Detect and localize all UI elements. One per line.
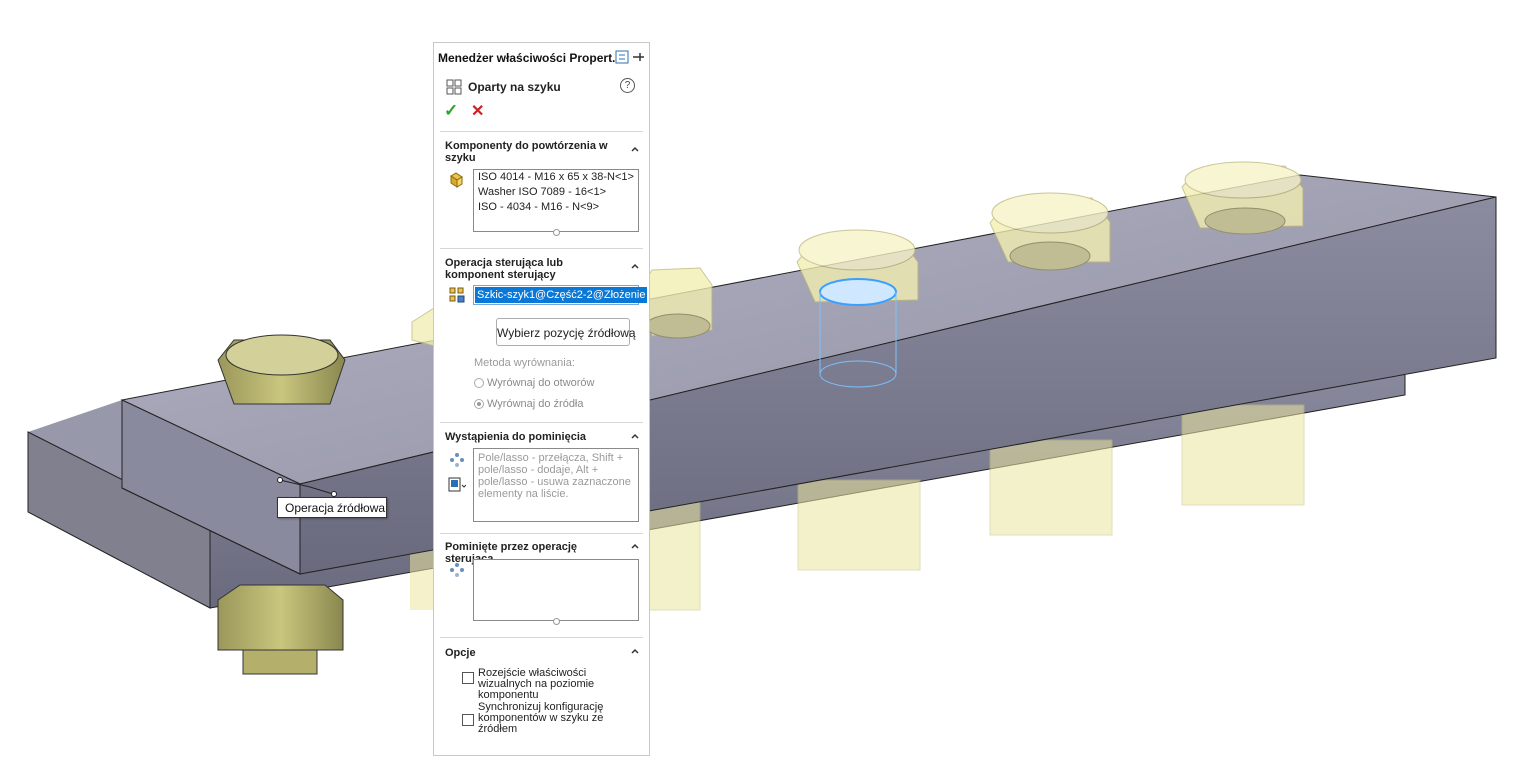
help-button[interactable]: ? bbox=[620, 78, 635, 93]
pin-icon[interactable] bbox=[631, 50, 645, 64]
components-section-title: Komponenty do powtórzenia w szyku bbox=[445, 140, 608, 164]
ok-button[interactable]: ✓ bbox=[444, 101, 458, 121]
selected-item[interactable]: Szkic-szyk1@Część2-2@Złożenie bbox=[475, 287, 648, 303]
sync-configuration-option[interactable]: Synchronizuj konfigurację komponentów w … bbox=[462, 702, 612, 735]
radio-circle[interactable] bbox=[474, 378, 484, 388]
radio-circle[interactable] bbox=[474, 399, 484, 409]
pattern-feature-icon bbox=[446, 79, 462, 95]
radio-label: Wyrównaj do źródła bbox=[487, 398, 584, 410]
divider bbox=[440, 422, 643, 423]
property-manager-panel: Menedżer właściwości Propert... Oparty n… bbox=[433, 42, 650, 756]
list-item[interactable]: ISO - 4034 - M16 - N<9> bbox=[474, 200, 638, 215]
resize-handle[interactable] bbox=[553, 229, 560, 236]
align-source-radio[interactable]: Wyrównaj do źródła bbox=[474, 398, 584, 410]
skipped-instances-list[interactable] bbox=[473, 559, 639, 625]
components-list[interactable]: ISO 4014 - M16 x 65 x 38-N<1> Washer ISO… bbox=[473, 169, 639, 236]
divider bbox=[440, 637, 643, 638]
driving-section-title: Operacja sterująca lub komponent sterują… bbox=[445, 257, 563, 281]
alignment-method-label: Metoda wyrównania: bbox=[474, 357, 575, 369]
driving-feature-field[interactable]: Szkic-szyk1@Część2-2@Złożenie bbox=[473, 285, 648, 305]
feature-name: Oparty na szyku bbox=[468, 80, 561, 94]
checkbox-label: Rozejście właściwości wizualnych na pozi… bbox=[478, 667, 595, 701]
align-holes-radio[interactable]: Wyrównaj do otworów bbox=[474, 377, 595, 389]
chevron-up-icon[interactable] bbox=[631, 542, 639, 550]
visual-properties-option[interactable]: Rozejście właściwości wizualnych na pozi… bbox=[462, 668, 642, 701]
divider bbox=[440, 533, 643, 534]
chevron-up-icon[interactable] bbox=[631, 647, 639, 655]
instances-icon bbox=[450, 453, 464, 467]
chevron-up-icon[interactable] bbox=[631, 432, 639, 440]
checkbox[interactable] bbox=[462, 672, 474, 684]
options-section-title: Opcje bbox=[445, 647, 476, 659]
resize-handle[interactable] bbox=[553, 618, 560, 625]
source-feature-tooltip: Operacja źródłowa bbox=[277, 497, 387, 518]
graphics-viewport[interactable] bbox=[0, 0, 1536, 779]
cancel-button[interactable]: ✕ bbox=[471, 101, 484, 121]
chevron-up-icon[interactable] bbox=[631, 262, 639, 270]
divider bbox=[440, 248, 643, 249]
skip-instances-placeholder: Pole/lasso - przełącza, Shift + pole/las… bbox=[478, 452, 631, 500]
chevron-up-icon[interactable] bbox=[631, 145, 639, 153]
divider bbox=[440, 131, 643, 132]
expand-panel-icon[interactable] bbox=[615, 50, 629, 64]
panel-title: Menedżer właściwości Propert... bbox=[438, 51, 623, 65]
driving-feature-icon bbox=[449, 287, 465, 303]
list-item[interactable]: Washer ISO 7089 - 16<1> bbox=[474, 185, 638, 200]
select-source-position-button[interactable]: Wybierz pozycję źródłową bbox=[496, 318, 636, 346]
list-item[interactable]: ISO 4014 - M16 x 65 x 38-N<1> bbox=[474, 170, 638, 185]
instances-icon bbox=[450, 563, 464, 577]
skip-section-title: Wystąpienia do pominięcia bbox=[445, 431, 586, 443]
component-icon bbox=[450, 172, 463, 188]
checkbox[interactable] bbox=[462, 714, 474, 726]
radio-label: Wyrównaj do otworów bbox=[487, 377, 595, 389]
selection-filter-icon[interactable] bbox=[448, 476, 466, 494]
checkbox-label: Synchronizuj konfigurację komponentów w … bbox=[478, 701, 604, 735]
